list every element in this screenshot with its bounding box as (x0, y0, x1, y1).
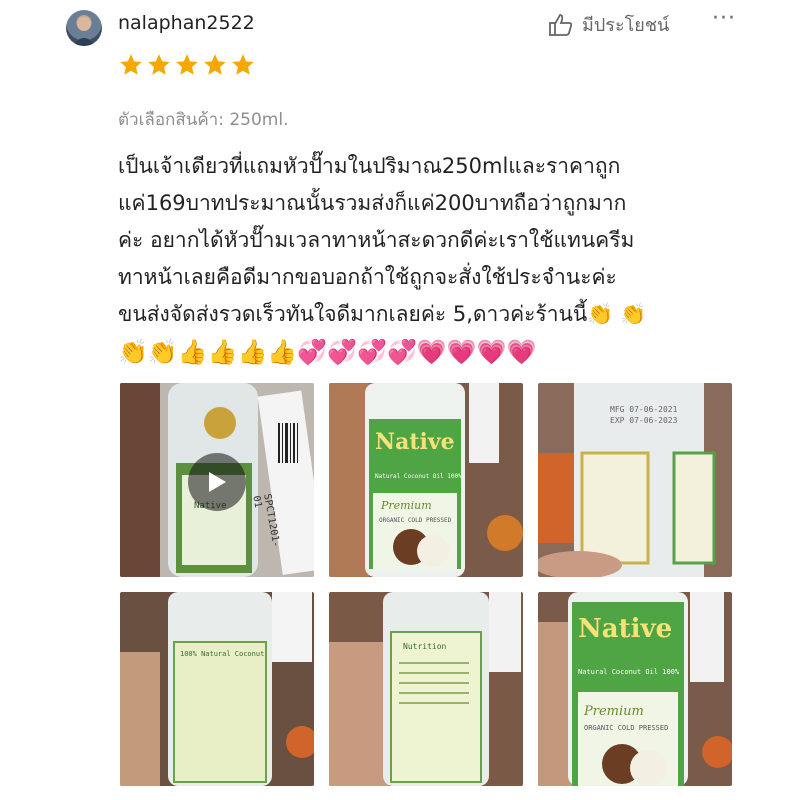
bottle-product-line: Natural Coconut Oil 100% (375, 473, 462, 480)
bottle-image (329, 592, 523, 786)
media-photo-thumb[interactable]: Native Natural Coconut Oil 100% Premium … (329, 383, 523, 577)
user-avatar[interactable] (66, 10, 102, 46)
star-icon (148, 54, 170, 75)
media-photo-thumb[interactable]: 100% Natural Coconut (120, 592, 314, 786)
play-icon[interactable] (188, 453, 246, 511)
bottle-brand-label: Native (375, 429, 455, 455)
star-icon (176, 54, 198, 75)
bottle-image (329, 383, 523, 577)
media-video-thumb[interactable]: Native SPCT1201-01 (120, 383, 314, 577)
bottle-sub-label: ORGANIC COLD PRESSED (584, 724, 669, 732)
review-emojis: 👏👏👍👍👍👍💞💞💞💞💗💗💗💗 (118, 338, 537, 366)
bottle-premium-label: Premium (381, 499, 432, 512)
media-photo-thumb[interactable]: MFG 07-06-2021 EXP 07-06-2023 (538, 383, 732, 577)
rating-stars (118, 52, 256, 78)
bottle-premium-label: Premium (584, 704, 644, 719)
review-username[interactable]: nalaphan2522 (118, 12, 255, 34)
bottle-image (120, 592, 314, 786)
media-photo-thumb[interactable]: Native Natural Coconut Oil 100% Premium … (538, 592, 732, 786)
mfg-date: MFG 07-06-2021 (610, 405, 678, 414)
bottle-brand-label: Native (578, 614, 673, 644)
helpful-button[interactable]: มีประโยชน์ (548, 10, 669, 39)
review-card: nalaphan2522 มีประโยชน์ ··· ตัวเลือกสินค… (0, 0, 800, 800)
star-icon (232, 54, 254, 75)
bottle-label-text: 100% Natural Coconut (180, 650, 265, 658)
media-photo-thumb[interactable]: Nutrition (329, 592, 523, 786)
bottle-product-line: Natural Coconut Oil 100% (578, 668, 680, 676)
more-options-icon[interactable]: ··· (712, 6, 736, 31)
star-icon (204, 54, 226, 75)
exp-date: EXP 07-06-2023 (610, 416, 678, 425)
thumbs-up-icon (548, 12, 574, 38)
bottle-sub-label: ORGANIC COLD PRESSED (379, 517, 452, 524)
star-icon (120, 54, 142, 75)
bottle-label-text: Nutrition (403, 642, 447, 651)
product-variant: ตัวเลือกสินค้า: 250ml. (118, 110, 289, 130)
review-text: เป็นเจ้าเดียวที่แถมหัวปั๊ามในปริมาณ250ml… (118, 154, 647, 326)
helpful-label: มีประโยชน์ (582, 15, 670, 36)
